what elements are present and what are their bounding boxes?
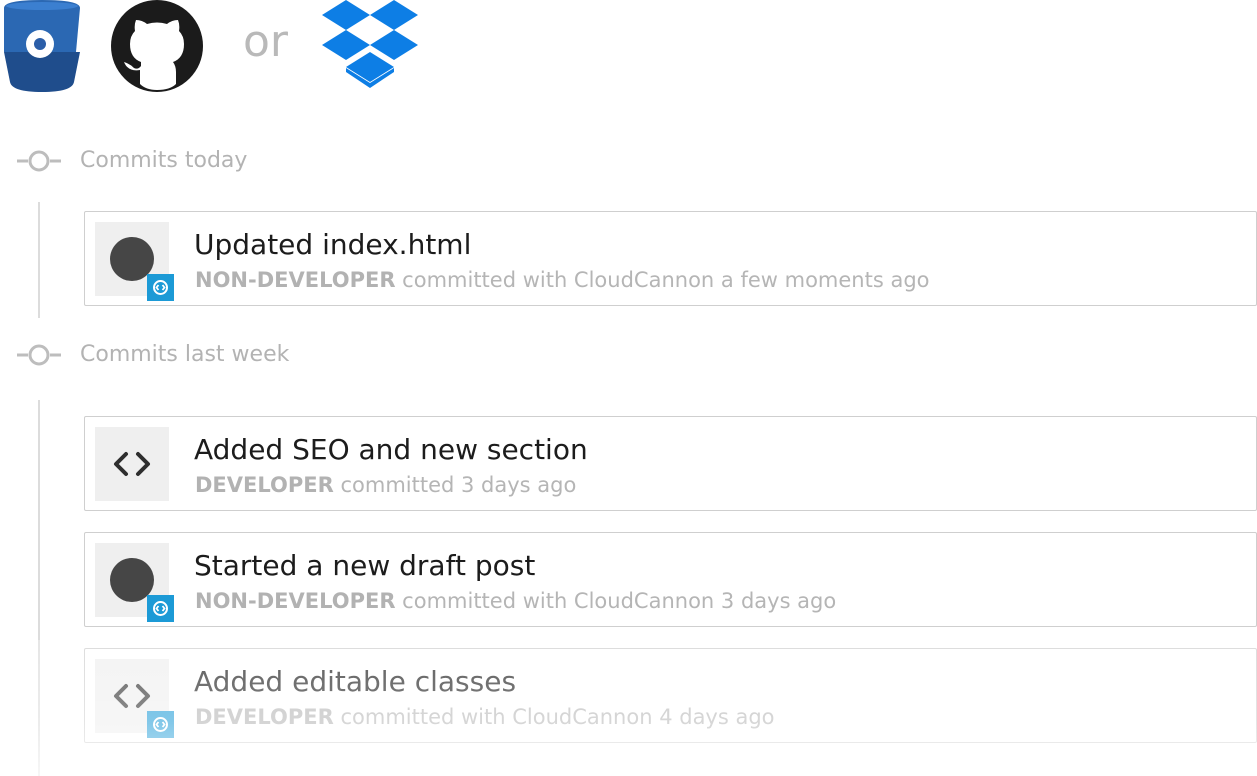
commit-title: Updated index.html (194, 228, 472, 261)
commit-meta: DEVELOPER committed 3 days ago (195, 471, 576, 499)
commit-author-role: DEVELOPER (195, 473, 334, 497)
cloudcannon-badge-icon (147, 274, 174, 301)
commit-card[interactable]: Added editable classes DEVELOPER committ… (84, 648, 1257, 743)
commit-icon (17, 150, 61, 172)
bitbucket-icon[interactable] (0, 0, 84, 92)
timeline-line (38, 202, 40, 318)
commit-title: Added editable classes (194, 665, 517, 698)
commit-detail: committed with CloudCannon 4 days ago (340, 705, 775, 729)
commit-title: Added SEO and new section (194, 433, 588, 466)
section-title: Commits today (80, 148, 248, 173)
commit-detail: committed 3 days ago (340, 473, 577, 497)
commit-meta: NON-DEVELOPER committed with CloudCannon… (195, 587, 836, 615)
commit-card[interactable]: Started a new draft post NON-DEVELOPER c… (84, 532, 1257, 627)
commit-card[interactable]: Updated index.html NON-DEVELOPER committ… (84, 211, 1257, 306)
code-icon (114, 684, 150, 708)
avatar (95, 427, 169, 501)
avatar (95, 659, 174, 738)
commit-detail: committed with CloudCannon a few moments… (402, 268, 930, 292)
github-icon[interactable] (110, 0, 204, 92)
timeline-line (38, 400, 40, 776)
code-icon (114, 452, 150, 476)
commit-icon (17, 344, 61, 366)
cloudcannon-badge-icon (147, 595, 174, 622)
cloudcannon-badge-icon (147, 711, 174, 738)
avatar (95, 222, 174, 301)
section-commits-last-week: Commits last week (17, 337, 417, 373)
commit-title: Started a new draft post (194, 549, 536, 582)
section-commits-today: Commits today (17, 143, 417, 179)
commit-detail: committed with CloudCannon 3 days ago (402, 589, 837, 613)
commit-author-role: NON-DEVELOPER (195, 589, 396, 613)
or-text: or (243, 16, 289, 67)
section-title: Commits last week (80, 342, 290, 367)
commit-author-role: DEVELOPER (195, 705, 334, 729)
avatar (95, 543, 174, 622)
commit-meta: NON-DEVELOPER committed with CloudCannon… (195, 266, 930, 294)
commit-meta: DEVELOPER committed with CloudCannon 4 d… (195, 703, 775, 731)
commit-author-role: NON-DEVELOPER (195, 268, 396, 292)
commit-card[interactable]: Added SEO and new section DEVELOPER comm… (84, 416, 1257, 511)
dropbox-icon[interactable] (322, 0, 418, 90)
